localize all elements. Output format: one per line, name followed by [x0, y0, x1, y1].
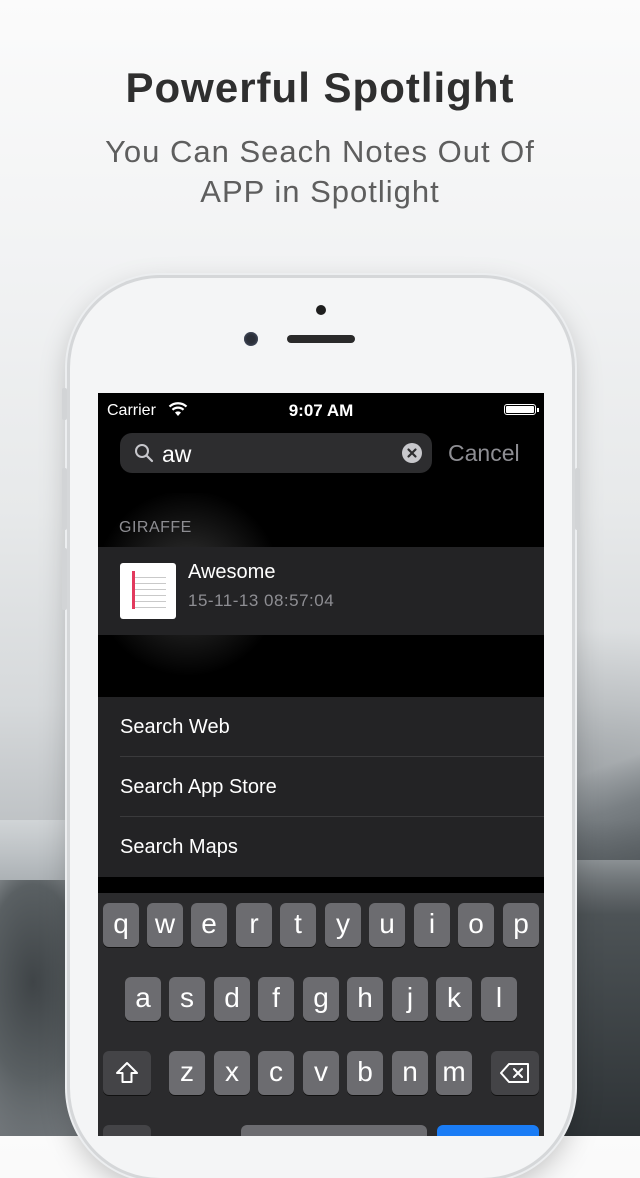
key-g[interactable]: g [303, 977, 339, 1021]
key-u[interactable]: u [369, 903, 405, 947]
result-title: Awesome [188, 561, 276, 583]
search-app-store-label: Search App Store [120, 776, 277, 798]
key-m[interactable]: m [436, 1051, 472, 1095]
key-w[interactable]: w [147, 903, 183, 947]
key-r[interactable]: r [236, 903, 272, 947]
cancel-button[interactable]: Cancel [448, 440, 520, 467]
key-c[interactable]: c [258, 1051, 294, 1095]
search-web-option[interactable]: Search Web [98, 697, 544, 757]
key-l[interactable]: l [481, 977, 517, 1021]
space-key[interactable] [241, 1125, 427, 1136]
search-query-text: aw [162, 441, 192, 467]
key-h[interactable]: h [347, 977, 383, 1021]
key-d[interactable]: d [214, 977, 250, 1021]
search-icon [135, 444, 154, 463]
results-section-label: GIRAFFE [119, 519, 192, 536]
key-e[interactable]: e [191, 903, 227, 947]
search-options-list: Search Web Search App Store Search Maps [98, 697, 544, 877]
shift-key[interactable] [103, 1051, 151, 1095]
proximity-sensor [316, 305, 326, 315]
spotlight-search-input[interactable]: aw [120, 433, 432, 473]
search-result-row[interactable]: Awesome 15-11-13 08:57:04 [98, 547, 544, 635]
keyboard: q w e r t y u i o p a s d f g h j k l z … [98, 893, 544, 1136]
backspace-icon [500, 1063, 529, 1083]
earpiece-speaker [287, 335, 355, 343]
volume-up-button [62, 468, 67, 530]
search-web-label: Search Web [120, 716, 230, 738]
key-q[interactable]: q [103, 903, 139, 947]
battery-icon [504, 404, 539, 415]
note-app-icon [120, 563, 176, 619]
volume-down-button [62, 548, 67, 610]
key-k[interactable]: k [436, 977, 472, 1021]
key-y[interactable]: y [325, 903, 361, 947]
key-j[interactable]: j [392, 977, 428, 1021]
numbers-key[interactable] [103, 1125, 151, 1136]
status-time: 9:07 AM [288, 401, 354, 420]
search-maps-option[interactable]: Search Maps [98, 817, 544, 877]
key-i[interactable]: i [414, 903, 450, 947]
search-maps-label: Search Maps [120, 836, 238, 858]
shift-icon [116, 1062, 138, 1083]
promo-title: Powerful Spotlight [125, 64, 515, 111]
clear-text-icon[interactable] [402, 443, 422, 463]
key-z[interactable]: z [169, 1051, 205, 1095]
result-date: 15-11-13 08:57:04 [188, 591, 335, 610]
key-f[interactable]: f [258, 977, 294, 1021]
status-bar: Carrier 9:07 AM [98, 393, 544, 427]
key-v[interactable]: v [303, 1051, 339, 1095]
key-p[interactable]: p [503, 903, 539, 947]
mute-switch [62, 388, 67, 420]
power-button [575, 468, 580, 530]
key-x[interactable]: x [214, 1051, 250, 1095]
search-key[interactable] [437, 1125, 539, 1136]
key-n[interactable]: n [392, 1051, 428, 1095]
key-a[interactable]: a [125, 977, 161, 1021]
delete-key[interactable] [491, 1051, 539, 1095]
key-t[interactable]: t [280, 903, 316, 947]
front-camera [244, 332, 258, 346]
key-o[interactable]: o [458, 903, 494, 947]
key-s[interactable]: s [169, 977, 205, 1021]
search-app-store-option[interactable]: Search App Store [98, 757, 544, 817]
promo-subtitle: You Can Seach Notes Out Of APP in Spotli… [105, 134, 535, 209]
key-b[interactable]: b [347, 1051, 383, 1095]
phone-screen: Carrier 9:07 AM aw Cancel GIRAFFE Awesom… [98, 393, 544, 1136]
